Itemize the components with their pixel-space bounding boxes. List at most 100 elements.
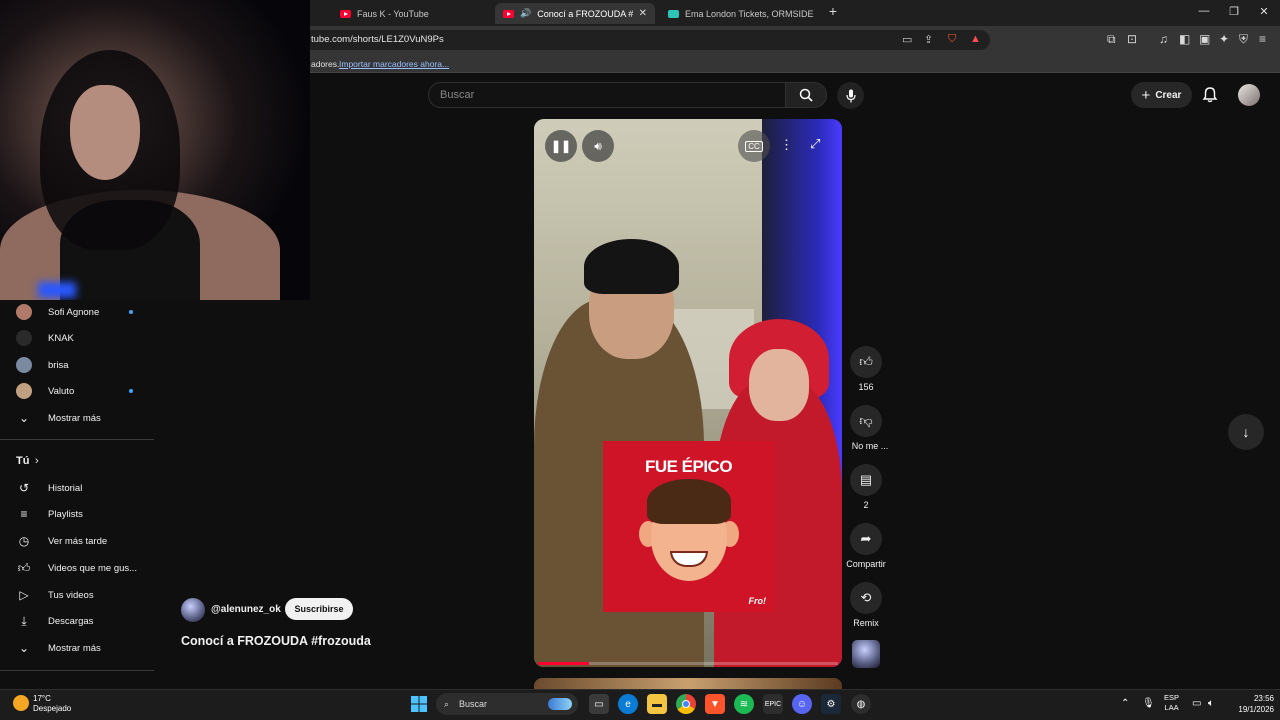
sidebar-item-playlists[interactable]: ≡ Playlists bbox=[0, 502, 155, 526]
tray-chevron-up-icon[interactable]: ⌃ bbox=[1121, 698, 1129, 709]
menu-icon[interactable]: ≡ bbox=[1259, 32, 1266, 46]
clock-date: 19/1/2026 bbox=[1238, 705, 1274, 714]
channel-avatar bbox=[16, 304, 32, 320]
sidebar-item-history[interactable]: ↺ Historial bbox=[0, 476, 155, 500]
close-window-button[interactable]: ✕ bbox=[1252, 5, 1276, 18]
new-tab-button[interactable]: + bbox=[821, 3, 845, 19]
voice-search-button[interactable] bbox=[837, 82, 864, 109]
webcam-overlay bbox=[0, 0, 310, 300]
brave-icon[interactable]: ▼ bbox=[705, 694, 725, 714]
close-tab-icon[interactable]: ✕ bbox=[639, 8, 647, 19]
language-indicator[interactable]: ESP LAA bbox=[1164, 693, 1179, 713]
wallet-icon[interactable]: ▣ bbox=[1199, 32, 1210, 46]
maximize-button[interactable]: ❐ bbox=[1222, 5, 1246, 18]
remix-button[interactable]: ⟲ bbox=[850, 582, 882, 614]
audio-source-thumbnail[interactable] bbox=[852, 640, 880, 668]
search-input[interactable]: Buscar bbox=[428, 82, 786, 108]
sidebar: Sofi Agnone KNAK brisa Valuto ⌄ Mostrar … bbox=[0, 300, 155, 690]
discord-icon[interactable]: ☺ bbox=[792, 694, 812, 714]
watch-later-icon: ◷ bbox=[18, 534, 30, 548]
notifications-button[interactable] bbox=[1199, 84, 1221, 106]
steam-icon[interactable]: ⚙ bbox=[821, 694, 841, 714]
search-highlight-icon bbox=[548, 698, 572, 710]
chrome-icon[interactable] bbox=[676, 694, 696, 714]
meme-title: FUE ÉPICO bbox=[644, 457, 733, 476]
remix-icon: ⟲ bbox=[860, 590, 872, 605]
comments-button[interactable]: ▤ bbox=[850, 464, 882, 496]
task-view-icon[interactable]: ▭ bbox=[589, 694, 609, 714]
import-bookmarks-link[interactable]: Importar marcadores ahora... bbox=[339, 59, 449, 69]
webcam-person-face bbox=[70, 85, 140, 180]
playlists-icon: ≡ bbox=[20, 507, 28, 521]
tab-conoci-frozouda[interactable]: 🔊 Conocí a FROZOUDA #frozou ✕ bbox=[495, 3, 655, 24]
share-icon[interactable]: ⇪ bbox=[924, 33, 933, 46]
subscribe-button[interactable]: Suscribirse bbox=[285, 598, 353, 620]
extensions-icon[interactable]: ⧉ bbox=[1107, 32, 1116, 47]
weather-temperature: 17°C bbox=[33, 694, 51, 703]
taskbar bbox=[0, 689, 1280, 720]
sidebar-show-more-subscriptions[interactable]: ⌄ Mostrar más bbox=[0, 406, 155, 430]
vpn-icon[interactable]: ⛨ bbox=[1239, 32, 1248, 47]
file-explorer-icon[interactable]: ▬ bbox=[647, 694, 667, 714]
keyboard-layout: LAA bbox=[1164, 703, 1179, 712]
sidebar-item-brisa[interactable]: brisa bbox=[0, 353, 155, 377]
edge-icon[interactable]: e bbox=[618, 694, 638, 714]
cast-icon[interactable]: ▭ bbox=[902, 33, 912, 46]
network-icon[interactable]: ▭ bbox=[1192, 698, 1201, 709]
sidebar-item-sofi-agnone[interactable]: Sofi Agnone bbox=[0, 300, 155, 324]
pause-button[interactable]: ❚❚ bbox=[545, 130, 577, 162]
media-icon[interactable]: ♫ bbox=[1159, 32, 1168, 46]
start-button[interactable] bbox=[409, 694, 429, 714]
sidebar-item-downloads[interactable]: ⤓ Descargas bbox=[0, 609, 155, 633]
sidebar-item-label: Mostrar más bbox=[48, 412, 101, 424]
weather-widget[interactable]: 17°C Despejado bbox=[33, 694, 71, 714]
system-clock[interactable]: 23:56 19/1/2026 bbox=[1226, 693, 1274, 715]
sidebar-show-more-you[interactable]: ⌄ Mostrar más bbox=[0, 636, 155, 660]
screenshot-icon[interactable]: ⊡ bbox=[1127, 32, 1137, 46]
brave-shield-icon[interactable]: ⛉ bbox=[948, 33, 956, 46]
channel-name[interactable]: @alenunez_ok bbox=[211, 604, 281, 615]
dislike-button[interactable]: 👎︎ bbox=[850, 405, 882, 437]
fullscreen-icon[interactable]: ⤢ bbox=[810, 136, 820, 152]
chevron-down-icon: ⌄ bbox=[18, 411, 30, 425]
downloads-icon: ⤓ bbox=[21, 613, 27, 628]
sidebar-icon[interactable]: ◧ bbox=[1179, 32, 1190, 46]
sidebar-item-watch-later[interactable]: ◷ Ver más tarde bbox=[0, 529, 155, 553]
video-title: Conocí a FROZOUDA #frozouda bbox=[181, 634, 371, 648]
tab-ema-london[interactable]: Ema London Tickets, ORMSIDE PROJ bbox=[660, 3, 822, 24]
captions-button[interactable]: CC bbox=[738, 130, 770, 162]
epic-games-icon[interactable]: EPIC bbox=[763, 694, 783, 714]
spotify-icon[interactable]: ≋ bbox=[734, 694, 754, 714]
like-button[interactable]: 👍︎ bbox=[850, 346, 882, 378]
account-avatar[interactable] bbox=[1238, 84, 1260, 106]
channel-avatar[interactable] bbox=[181, 598, 205, 622]
sidebar-item-liked-videos[interactable]: 👍︎ Videos que me gus... bbox=[0, 556, 155, 580]
video-progress-bar[interactable] bbox=[538, 662, 838, 665]
sidebar-you-heading[interactable]: Tú › bbox=[0, 449, 155, 473]
speaker-tray-icon[interactable]: 🔈︎ bbox=[1208, 698, 1214, 709]
search-button[interactable] bbox=[785, 82, 827, 108]
sidebar-item-label: KNAK bbox=[48, 332, 74, 344]
sidebar-item-knak[interactable]: KNAK bbox=[0, 326, 155, 350]
next-short-button[interactable]: ↓ bbox=[1228, 414, 1264, 450]
create-button[interactable]: + Crear bbox=[1131, 82, 1192, 108]
sidebar-item-your-videos[interactable]: ▷ Tus videos bbox=[0, 583, 155, 607]
weather-sun-icon[interactable] bbox=[13, 695, 29, 711]
address-bar[interactable]: tube.com/shorts/LE1Z0VuN9Ps bbox=[295, 30, 990, 50]
sidebar-item-label: Playlists bbox=[48, 508, 83, 520]
leo-ai-icon[interactable]: ✦ bbox=[1219, 32, 1229, 46]
tab-faus-k[interactable]: Faus K - YouTube bbox=[332, 3, 490, 24]
app-icon[interactable]: ◍ bbox=[851, 694, 871, 714]
url-text: tube.com/shorts/LE1Z0VuN9Ps bbox=[311, 34, 444, 45]
channel-avatar bbox=[16, 383, 32, 399]
share-button[interactable]: ➦ bbox=[850, 523, 882, 555]
sidebar-item-label: Ver más tarde bbox=[48, 535, 108, 547]
volume-button[interactable]: 🔊︎ bbox=[582, 130, 614, 162]
taskbar-search[interactable]: ⌕ Buscar bbox=[436, 693, 578, 715]
more-options-icon[interactable]: ⋮ bbox=[780, 137, 793, 153]
microphone-tray-icon[interactable]: 🎙︎ bbox=[1142, 698, 1155, 709]
sidebar-item-label: Historial bbox=[48, 482, 83, 494]
brave-rewards-icon[interactable]: ▲ bbox=[970, 33, 981, 45]
sidebar-item-valuto[interactable]: Valuto bbox=[0, 379, 155, 403]
minimize-button[interactable]: — bbox=[1192, 5, 1216, 17]
